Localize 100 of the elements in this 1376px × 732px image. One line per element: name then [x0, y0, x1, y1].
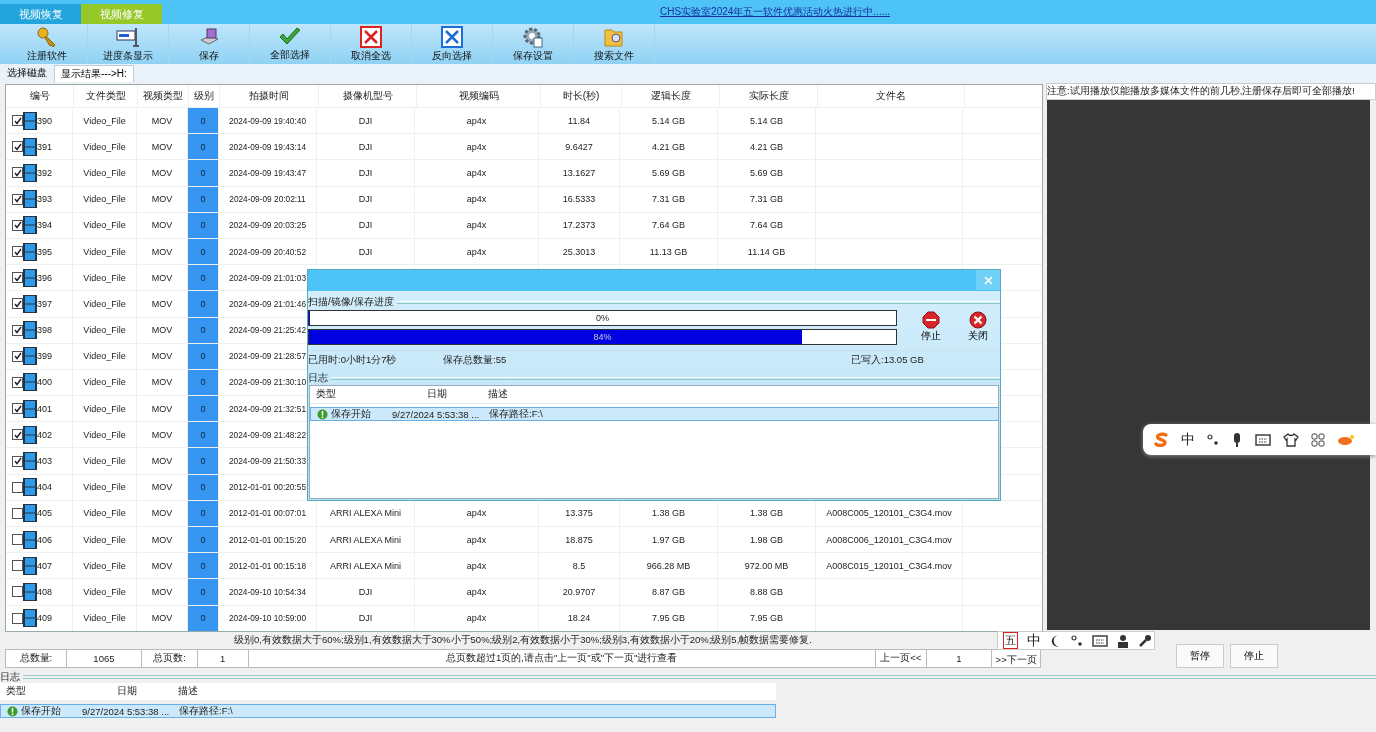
table-cell: ap4x [415, 186, 539, 212]
table-cell: ap4x [415, 160, 539, 186]
row-number: 401 [37, 403, 53, 414]
promo-link[interactable]: CHS实验室2024年五一软件优惠活动火热进行中...... [660, 5, 891, 19]
column-header[interactable]: 级别 [189, 85, 220, 107]
row-checkbox[interactable] [12, 429, 23, 441]
row-number: 403 [37, 456, 53, 467]
column-header[interactable]: 类型 [0, 683, 75, 700]
input-method-toggle[interactable]: 五 [1003, 632, 1018, 649]
table-cell: 5.14 GB [620, 108, 718, 134]
column-header[interactable]: 编号 [6, 85, 74, 107]
row-checkbox[interactable] [12, 560, 23, 572]
column-header[interactable]: 摄像机型号 [319, 85, 417, 107]
table-cell: 966.28 MB [620, 553, 718, 579]
close-button[interactable]: 关闭 [956, 309, 1000, 345]
film-icon [23, 190, 37, 209]
column-header[interactable]: 视频类型 [138, 85, 189, 107]
log-row[interactable]: 保存开始 9/27/2024 5:53:38 ... 保存路径:F:\ [0, 704, 776, 718]
log-row[interactable]: 保存开始 9/27/2024 5:53:38 ... 保存路径:F:\ [310, 407, 998, 421]
film-icon [23, 216, 37, 235]
table-cell: 2024-09-10 10:54:34 [219, 579, 317, 605]
column-header[interactable]: 实际长度 [720, 85, 818, 107]
row-checkbox[interactable] [12, 193, 23, 205]
row-checkbox[interactable] [12, 481, 23, 493]
paging-hint: 总页数超过1页的,请点击"上一页"或"下一页"进行查看 [248, 650, 876, 667]
column-header[interactable]: 文件名 [818, 85, 965, 107]
table-cell: 8.87 GB [620, 579, 718, 605]
stop-button[interactable]: 停止 [909, 309, 953, 345]
table-cell: 2024-09-09 19:43:47 [219, 160, 317, 186]
mascot-icon[interactable] [1337, 432, 1355, 447]
row-checkbox[interactable] [12, 324, 23, 336]
view-tab[interactable]: 选择磁盘 [0, 64, 54, 82]
page-field[interactable]: 1 [926, 650, 993, 667]
row-number: 395 [37, 246, 53, 257]
shirt-icon[interactable] [1283, 431, 1299, 448]
row-checkbox[interactable] [12, 350, 23, 362]
table-cell: 5.14 GB [718, 108, 816, 134]
chinese-mode-toggle[interactable]: 中 [1181, 430, 1195, 449]
row-checkbox[interactable] [12, 115, 23, 127]
stop-sign-icon [921, 311, 940, 329]
table-cell: ap4x [415, 134, 539, 160]
table-cell: 2024-09-09 20:40:52 [219, 238, 317, 265]
person-icon[interactable] [1117, 633, 1129, 648]
column-header[interactable]: 日期 [385, 386, 482, 403]
wrench-icon[interactable] [1138, 633, 1152, 648]
row-checkbox[interactable] [12, 455, 23, 467]
keyboard-icon[interactable] [1092, 633, 1108, 648]
level-legend: 级别0,有效数据大于60%;级别1,有效数据大于30%小于50%;级别2,有效数据小于30%;级别3,有效数据小于20%;级别5,帧数据需要修复. [234, 634, 812, 647]
column-header[interactable]: 描述 [482, 386, 998, 403]
row-checkbox[interactable] [12, 167, 23, 179]
column-header[interactable]: 拍摄时间 [220, 85, 319, 107]
row-checkbox[interactable] [12, 298, 23, 310]
log-type: 保存开始 [331, 407, 371, 421]
player-button[interactable]: 停止 [1230, 644, 1278, 668]
table-cell: Video_File [73, 369, 137, 396]
column-header[interactable]: 逻辑长度 [622, 85, 720, 107]
table-cell: ARRI ALEXA Mini [317, 553, 415, 579]
row-checkbox[interactable] [12, 586, 23, 598]
cross-box-icon [360, 25, 382, 48]
microphone-icon[interactable] [1231, 431, 1243, 448]
table-cell: 5.69 GB [620, 160, 718, 186]
punctuation-icon[interactable] [1071, 633, 1083, 648]
column-header[interactable]: 日期 [75, 683, 172, 700]
grid-icon[interactable] [1311, 432, 1325, 447]
table-cell: ap4x [415, 605, 539, 631]
row-checkbox[interactable] [12, 534, 23, 546]
row-checkbox[interactable] [12, 612, 23, 624]
column-header[interactable]: 时长(秒) [541, 85, 622, 107]
row-checkbox[interactable] [12, 272, 23, 284]
table-cell: 16.5333 [539, 186, 620, 212]
film-icon [23, 242, 37, 261]
row-checkbox[interactable] [12, 376, 23, 388]
s-logo-icon[interactable] [1153, 431, 1169, 448]
column-header[interactable]: 视频编码 [417, 85, 541, 107]
row-checkbox[interactable] [12, 403, 23, 415]
film-icon [23, 504, 37, 523]
row-checkbox[interactable] [12, 246, 23, 258]
trial-notice: 注意:试用播放仅能播放多媒体文件的前几秒,注册保存后即可全部播放! [1046, 83, 1376, 100]
punctuation-icon[interactable] [1207, 432, 1219, 447]
previous-page-button[interactable]: 上一页<< [875, 650, 927, 667]
table-cell: Video_File [73, 553, 137, 579]
row-checkbox[interactable] [12, 219, 23, 231]
level-cell: 0 [188, 474, 219, 500]
table-cell: 13.1627 [539, 160, 620, 186]
level-cell: 0 [188, 369, 219, 396]
column-header[interactable]: 文件类型 [74, 85, 138, 107]
row-checkbox[interactable] [12, 141, 23, 153]
table-cell: Video_File [73, 448, 137, 474]
film-icon [23, 321, 37, 340]
table-cell: 1.97 GB [620, 527, 718, 553]
view-tab[interactable]: 显示结果--->H: [54, 65, 134, 82]
row-checkbox[interactable] [12, 507, 23, 519]
next-page-button[interactable]: >>下一页 [992, 650, 1040, 667]
chinese-mode-toggle[interactable]: 中 [1027, 631, 1041, 650]
row-number: 398 [37, 325, 53, 336]
player-button[interactable]: 暂停 [1176, 644, 1224, 668]
table-cell: 2012-01-01 00:15:20 [219, 527, 317, 553]
monitor-icon [116, 25, 140, 48]
keyboard-icon[interactable] [1255, 432, 1271, 447]
column-header[interactable]: 描述 [172, 683, 776, 700]
